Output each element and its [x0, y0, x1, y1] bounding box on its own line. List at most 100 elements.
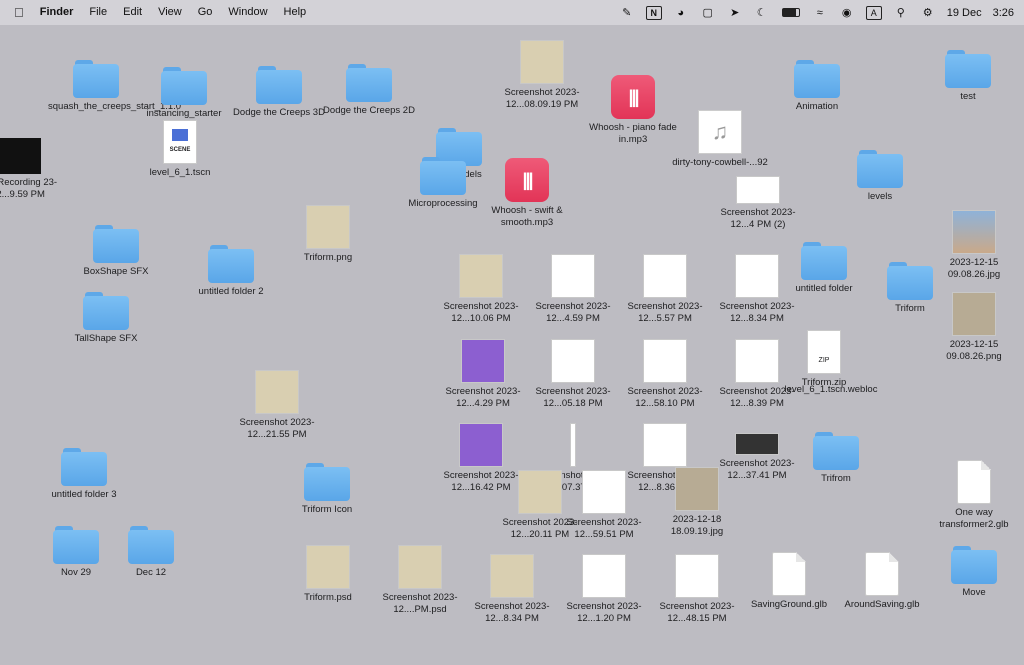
menu-go[interactable]: Go [190, 0, 221, 25]
menu-view[interactable]: View [150, 0, 190, 25]
desktop-item-folder[interactable]: Move [926, 546, 1022, 599]
folder-icon [304, 463, 350, 501]
folder-icon [161, 67, 207, 105]
desktop-item-folder[interactable]: Animation [769, 60, 865, 113]
input-a-icon[interactable]: A [865, 5, 882, 20]
desktop-item-image[interactable]: Screenshot 2023-12....PM.psd [372, 545, 468, 616]
desktop-item-scene[interactable]: SCENE level_6_1.tscn [132, 120, 228, 179]
desktop-item-folder[interactable]: Dodge the Creeps 3D [231, 66, 327, 119]
display-icon[interactable]: ▢ [700, 6, 716, 20]
document-icon [772, 552, 806, 596]
screenshot-thumbnail-icon [459, 254, 503, 298]
send-icon[interactable]: ➤ [727, 6, 743, 20]
image-thumbnail-icon [306, 545, 350, 589]
desktop-item-folder[interactable]: test [920, 50, 1016, 103]
folder-icon [128, 526, 174, 564]
desktop-item-folder[interactable]: BoxShape SFX [68, 225, 164, 278]
menu-window[interactable]: Window [220, 0, 275, 25]
image-thumbnail-icon [952, 292, 996, 336]
desktop-item-screenshot[interactable]: Screenshot 2023-12...05.18 PM [525, 339, 621, 410]
photo-thumbnail-icon [675, 467, 719, 511]
screenshot-thumbnail-icon [582, 554, 626, 598]
user-icon[interactable]: ◉ [839, 6, 855, 20]
screenshot-thumbnail-icon [582, 470, 626, 514]
desktop-item-photo[interactable]: 2023-12-15 09.08.26.jpg [926, 210, 1022, 281]
desktop-item-music[interactable]: ♫ dirty-tony-cowbell-...92 [672, 110, 768, 169]
folder-icon [951, 546, 997, 584]
desktop-item-image[interactable]: Triform.psd [280, 545, 376, 604]
desktop-item-audio[interactable]: ||| Whoosh - piano fade in.mp3 [585, 75, 681, 146]
desktop-item-photo[interactable]: 2023-12-18 18.09.19.jpg [649, 467, 745, 538]
screenshot-thumbnail-icon [643, 423, 687, 467]
feather-icon[interactable]: ✎ [619, 6, 635, 20]
desktop-item-folder[interactable]: Dec 12 [103, 526, 199, 579]
document-icon [957, 460, 991, 504]
desktop-item-screenshot[interactable]: Screenshot 2023-12...08.09.19 PM [494, 40, 590, 111]
folder-icon [346, 64, 392, 102]
desktop-item-screenshot[interactable]: Screenshot 2023-12...48.15 PM [649, 554, 745, 625]
screenshot-thumbnail-icon [490, 554, 534, 598]
menu-help[interactable]: Help [276, 0, 315, 25]
desktop-item-screenshot[interactable]: Screenshot 2023-12...4.29 PM [435, 339, 531, 410]
desktop-item-folder[interactable]: Triform Icon [279, 463, 375, 516]
desktop-item-folder[interactable]: instancing_starter [136, 67, 232, 120]
desktop-item-image[interactable]: Triform.png [280, 205, 376, 264]
menu-bar:  Finder File Edit View Go Window Help ✎… [0, 0, 1024, 25]
desktop-item-screenshot[interactable]: Screenshot 2023-12...58.10 PM [617, 339, 713, 410]
desktop-item-folder[interactable]: untitled folder [776, 242, 872, 295]
folder-icon [420, 157, 466, 195]
desktop-item-screenshot[interactable]: Screenshot 2023-12...21.55 PM [229, 370, 325, 441]
desktop-item-folder[interactable]: TallShape SFX [58, 292, 154, 345]
folder-icon [801, 242, 847, 280]
desktop-item-screenshot[interactable]: Screenshot 2023-12...5.57 PM [617, 254, 713, 325]
wifi-icon[interactable]: ≈ [812, 6, 828, 20]
desktop-item-folder[interactable]: Dodge the Creeps 2D [321, 64, 417, 117]
desktop-item-file[interactable]: AroundSaving.glb [834, 552, 930, 611]
notion-icon[interactable]: N [645, 5, 662, 20]
desktop-item-folder[interactable]: Trifrom [788, 432, 884, 485]
apple-logo-icon[interactable]:  [0, 5, 32, 20]
search-icon[interactable]: ⚲ [893, 6, 909, 20]
desktop-item-screenshot[interactable]: Screenshot 2023-12...8.34 PM [464, 554, 560, 625]
screenshot-thumbnail-icon [459, 423, 503, 467]
time-label[interactable]: 3:26 [993, 7, 1014, 19]
folder-icon [794, 60, 840, 98]
image-thumbnail-icon [306, 205, 350, 249]
menu-file[interactable]: File [81, 0, 115, 25]
desktop-item-recording[interactable]: een Recording 23-12...9.59 PM [0, 138, 66, 201]
desktop-item-file[interactable]: SavingGround.glb [741, 552, 837, 611]
screenshot-thumbnail-icon [551, 254, 595, 298]
screenshot-thumbnail-icon [675, 554, 719, 598]
menu-app-finder[interactable]: Finder [32, 0, 82, 25]
desktop-item-screenshot[interactable]: Screenshot 2023-12...10.06 PM [433, 254, 529, 325]
desktop-item-audio[interactable]: ||| Whoosh - swift & smooth.mp3 [479, 158, 575, 229]
music-note-icon: ♫ [698, 110, 742, 154]
desktop-item-webloc[interactable]: level_6_1.tscn.webloc [783, 346, 879, 396]
desktop-item-screenshot[interactable]: Screenshot 2023-12...1.20 PM [556, 554, 652, 625]
desktop-item-screenshot[interactable]: Screenshot 2023-12...59.51 PM [556, 470, 652, 541]
desktop-item-file[interactable]: One way transformer2.glb [926, 460, 1022, 531]
folder-icon [93, 225, 139, 263]
menu-edit[interactable]: Edit [115, 0, 150, 25]
desktop-item-folder[interactable]: untitled folder 2 [183, 245, 279, 298]
desktop-item-screenshot[interactable]: Screenshot 2023-12...4 PM (2) [710, 176, 806, 231]
moon-icon[interactable]: ☾ [754, 6, 770, 20]
desktop-item-folder[interactable]: Microprocessing [395, 157, 491, 210]
screenshot-thumbnail-icon [643, 339, 687, 383]
control-center-icon[interactable]: ⚙ [920, 6, 936, 20]
desktop-item-screenshot[interactable]: Screenshot 2023-12...4.59 PM [525, 254, 621, 325]
folder-icon [857, 150, 903, 188]
screenshot-thumbnail-icon [643, 254, 687, 298]
audio-file-icon: ||| [505, 158, 549, 202]
desktop-item-folder[interactable]: levels [832, 150, 928, 203]
date-label[interactable]: 19 Dec [947, 7, 982, 19]
battery-icon[interactable] [781, 6, 801, 20]
screenshot-thumbnail-icon [255, 370, 299, 414]
folder-icon [61, 448, 107, 486]
photo-thumbnail-icon [952, 210, 996, 254]
desktop-item-folder[interactable]: untitled folder 3 [36, 448, 132, 501]
desktop-item-image[interactable]: 2023-12-15 09.08.26.png [926, 292, 1022, 363]
desktop-item-folder[interactable]: squash_the_creeps_start_1.1.0 [48, 60, 181, 113]
screenshot-thumbnail-icon [551, 339, 595, 383]
wordpress-icon[interactable]: ◕ [673, 6, 689, 20]
